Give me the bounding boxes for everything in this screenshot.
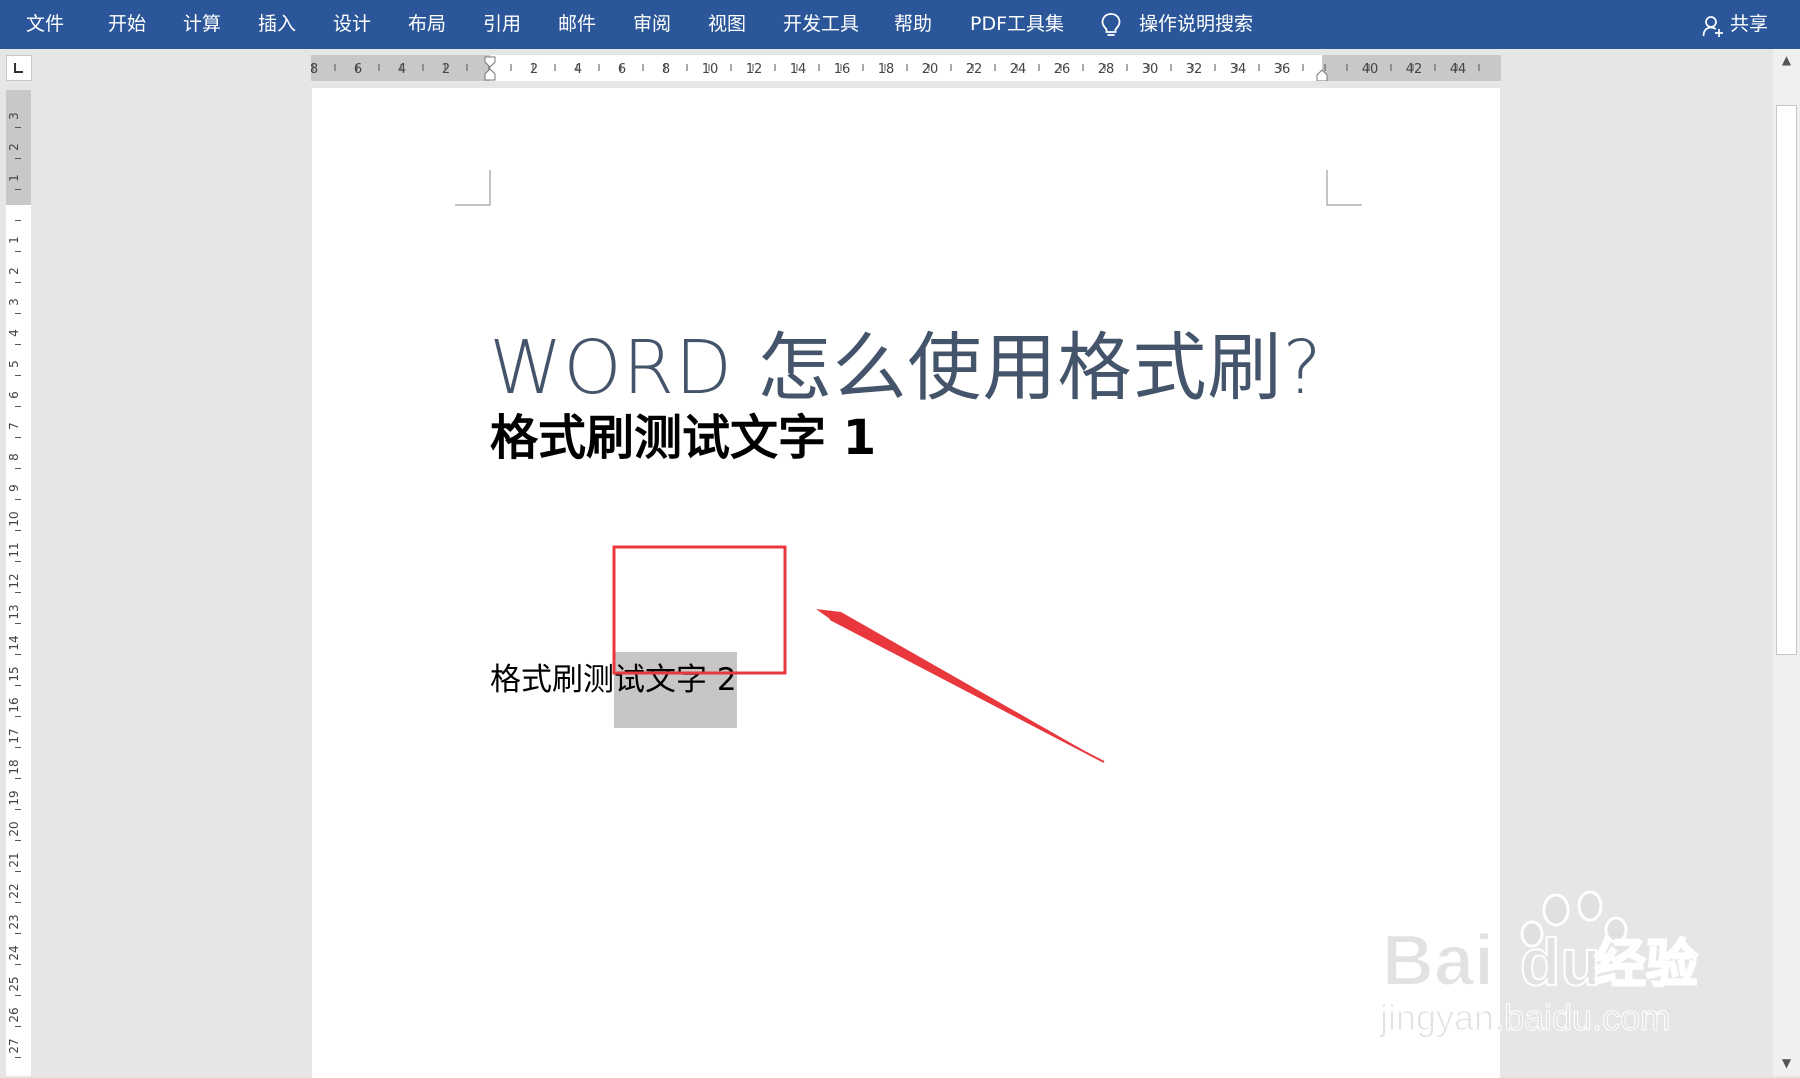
hruler-label: 36: [1274, 62, 1291, 77]
vruler-label: 27: [7, 1038, 21, 1053]
document-page[interactable]: WORD 怎么使用格式刷? 格式刷测试文字 1 格式刷测试文字 2: [312, 88, 1500, 1078]
vruler-label: 2: [7, 267, 21, 275]
vruler-label: 24: [7, 945, 21, 960]
hruler-label: 40: [1362, 62, 1379, 77]
hruler-label: 30: [1142, 62, 1159, 77]
crop-mark-top-right: [1326, 170, 1362, 206]
hruler-label: 22: [966, 62, 983, 77]
hruler-label: 24: [1010, 62, 1027, 77]
hruler-label: 28: [1098, 62, 1115, 77]
heading-1[interactable]: 格式刷测试文字 1: [490, 398, 876, 468]
vruler-label: 5: [7, 360, 21, 368]
tab-mailings[interactable]: 邮件: [558, 0, 596, 49]
scroll-thumb[interactable]: [1776, 105, 1797, 655]
tell-me-search[interactable]: 操作说明搜索: [1139, 0, 1253, 49]
vruler-label: 18: [7, 759, 21, 774]
hruler-label: 34: [1230, 62, 1247, 77]
share-person-icon[interactable]: [1702, 14, 1724, 38]
hruler-label: 44: [1450, 62, 1467, 77]
vruler-label: 23: [7, 914, 21, 929]
crop-mark-top-left: [455, 170, 491, 206]
vruler-label: 19: [7, 790, 21, 805]
hruler-label: 12: [746, 62, 763, 77]
vruler-label: 4: [7, 329, 21, 337]
hruler-label: 16: [834, 62, 851, 77]
hruler-label: 8: [662, 62, 670, 77]
vruler-label: 1: [7, 174, 21, 182]
tab-file[interactable]: 文件: [26, 0, 64, 49]
tab-stop-selector[interactable]: [6, 55, 32, 81]
tab-insert[interactable]: 插入: [258, 0, 296, 49]
hruler-label: 10: [702, 62, 719, 77]
ribbon-tab-bar: 文件 开始 计算 插入 设计 布局 引用 邮件 审阅 视图 开发工具 帮助 PD…: [0, 0, 1800, 49]
vruler-label: 9: [7, 484, 21, 492]
vruler-label: 12: [7, 573, 21, 588]
vruler-label: 14: [7, 635, 21, 650]
tab-calc[interactable]: 计算: [183, 0, 221, 49]
lightbulb-icon[interactable]: [1099, 12, 1123, 38]
share-button[interactable]: 共享: [1730, 0, 1768, 49]
vruler-label: 10: [7, 511, 21, 526]
hruler-label: 8: [311, 62, 318, 77]
vruler-label: 1: [7, 236, 21, 244]
vruler-label: 26: [7, 1007, 21, 1022]
body-text-line[interactable]: 格式刷测试文字 2: [490, 652, 737, 728]
vruler-label: 25: [7, 976, 21, 991]
hruler-label: 6: [354, 62, 362, 77]
hruler-label: 2: [442, 62, 450, 77]
tab-references[interactable]: 引用: [483, 0, 521, 49]
horizontal-ruler[interactable]: 8 6 4 2 2 4 6 8 10 12 14 16 18 20 22 24 26 28 30 32 34 36 40 42…: [311, 55, 1501, 81]
tab-design[interactable]: 设计: [333, 0, 371, 49]
hruler-label: 20: [922, 62, 939, 77]
watermark-brand-cn: 经验: [1594, 935, 1698, 995]
scroll-up-arrow-icon[interactable]: ▲: [1775, 49, 1798, 71]
vruler-label: 22: [7, 883, 21, 898]
hruler-label: 32: [1186, 62, 1203, 77]
tab-home[interactable]: 开始: [108, 0, 146, 49]
hruler-label: 4: [574, 62, 582, 77]
vruler-label: 3: [7, 112, 21, 120]
vruler-label: 2: [7, 143, 21, 151]
vruler-label: 8: [7, 453, 21, 461]
left-tab-icon: [14, 63, 23, 73]
vruler-label: 6: [7, 391, 21, 399]
hruler-label: 4: [398, 62, 406, 77]
vruler-label: 11: [7, 542, 21, 557]
tab-developer[interactable]: 开发工具: [783, 0, 859, 49]
hruler-label: 14: [790, 62, 807, 77]
tab-view[interactable]: 视图: [708, 0, 746, 49]
hruler-label: 2: [530, 62, 538, 77]
vertical-ruler[interactable]: 3211234567891011121314151617181920212223…: [6, 90, 31, 1076]
vruler-label: 15: [7, 666, 21, 681]
hruler-label: 18: [878, 62, 895, 77]
tab-help[interactable]: 帮助: [894, 0, 932, 49]
vruler-label: 3: [7, 298, 21, 306]
vruler-label: 13: [7, 604, 21, 619]
vruler-label: 17: [7, 728, 21, 743]
hruler-label: 6: [618, 62, 626, 77]
vruler-label: 16: [7, 697, 21, 712]
vruler-label: 21: [7, 852, 21, 867]
vruler-label: 7: [7, 422, 21, 430]
tab-pdf-tools[interactable]: PDF工具集: [970, 0, 1064, 49]
tab-layout[interactable]: 布局: [408, 0, 446, 49]
watermark-brand-du: du: [1520, 925, 1601, 999]
hruler-label: 42: [1406, 62, 1423, 77]
unselected-text[interactable]: 格式刷测: [490, 662, 614, 698]
vruler-label: 20: [7, 821, 21, 836]
hruler-label: 26: [1054, 62, 1071, 77]
selected-text[interactable]: 试文字 2: [614, 652, 737, 728]
scroll-down-arrow-icon[interactable]: ▼: [1775, 1052, 1798, 1074]
tab-review[interactable]: 审阅: [633, 0, 671, 49]
vertical-scrollbar[interactable]: ▲ ▼: [1773, 49, 1800, 1076]
